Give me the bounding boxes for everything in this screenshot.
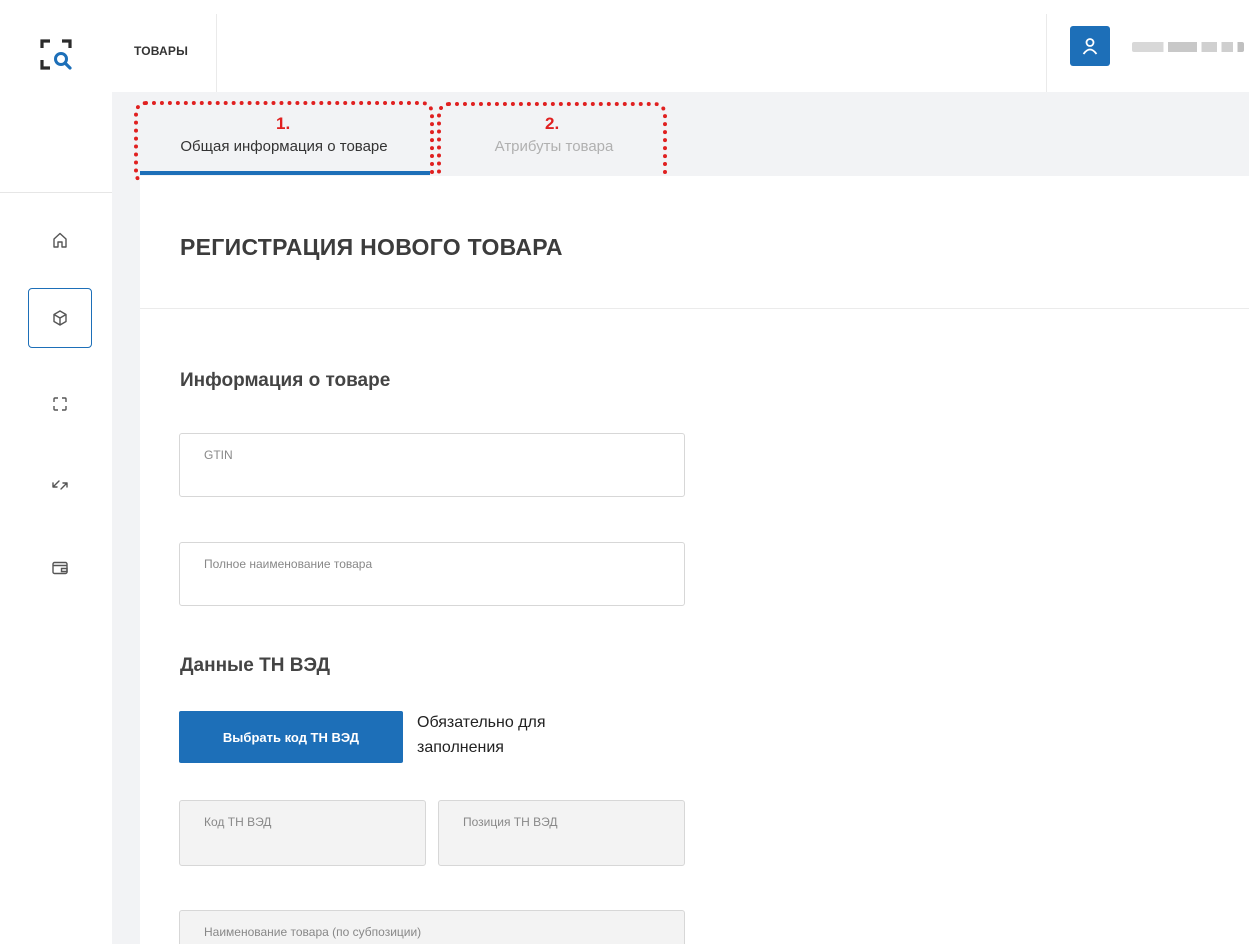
page-section-title: ТОВАРЫ: [134, 44, 189, 58]
required-note: Обязательно для заполнения: [417, 714, 546, 756]
tnved-code-field-label: Код ТН ВЭД: [204, 815, 272, 829]
header-divider: [216, 14, 217, 92]
top-header: ТОВАРЫ: [112, 0, 1249, 92]
home-icon: [53, 232, 67, 248]
full-name-field[interactable]: Полное наименование товара: [179, 542, 685, 606]
tnved-position-field-label: Позиция ТН ВЭД: [463, 815, 558, 829]
wallet-icon: [52, 561, 68, 575]
section-title-product-info: Информация о товаре: [180, 370, 391, 391]
card-divider: [140, 308, 1249, 309]
annotation-number-2: 2.: [545, 114, 560, 133]
subposition-name-field[interactable]: Наименование товара (по субпозиции): [179, 910, 685, 944]
tnved-position-field[interactable]: Позиция ТН ВЭД: [438, 800, 685, 866]
sidebar-item-wallet[interactable]: [28, 538, 92, 598]
gtin-field-label: GTIN: [204, 448, 233, 462]
logo-icon[interactable]: [40, 38, 72, 70]
sidebar-item-scan[interactable]: [28, 374, 92, 434]
scan-icon: [53, 397, 67, 411]
header-divider: [1046, 14, 1047, 92]
sidebar-divider: [0, 192, 112, 193]
full-name-field-label: Полное наименование товара: [204, 557, 373, 571]
form-title: РЕГИСТРАЦИЯ НОВОГО ТОВАРА: [180, 234, 563, 260]
sidebar-item-products[interactable]: [28, 288, 92, 348]
sidebar-item-home[interactable]: [28, 210, 92, 270]
gtin-field[interactable]: GTIN: [179, 433, 685, 497]
transfer-icon: [52, 480, 68, 490]
select-tnved-code-button[interactable]: Выбрать код ТН ВЭД: [179, 711, 403, 763]
box-icon: [53, 310, 67, 326]
annotation-number-1: 1.: [276, 114, 291, 133]
user-name-blurred[interactable]: [1132, 42, 1244, 52]
sidebar: [0, 0, 112, 944]
user-icon: [1082, 38, 1098, 55]
sidebar-item-transfers[interactable]: [28, 455, 92, 515]
subposition-name-field-label: Наименование товара (по субпозиции): [204, 925, 422, 939]
tnved-code-field[interactable]: Код ТН ВЭД: [179, 800, 426, 866]
section-title-tnved: Данные ТН ВЭД: [180, 655, 331, 676]
avatar[interactable]: [1070, 26, 1110, 66]
registration-card: РЕГИСТРАЦИЯ НОВОГО ТОВАРА Информация о т…: [140, 176, 1249, 944]
